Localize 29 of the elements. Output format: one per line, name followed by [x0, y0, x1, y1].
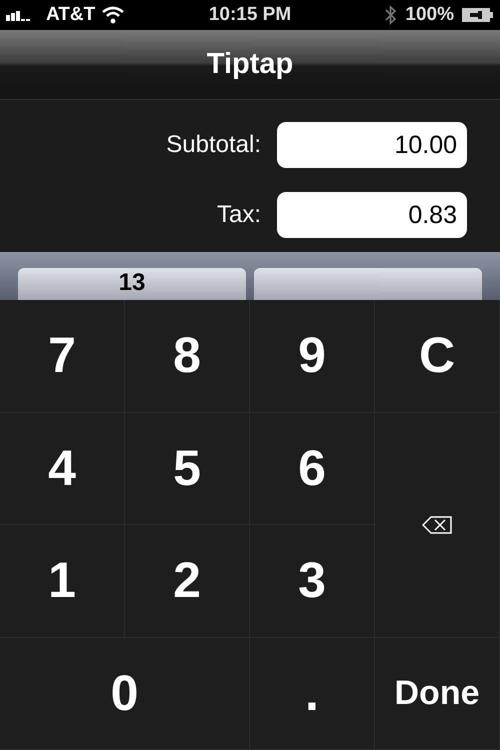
keypad-key[interactable]: 9 [250, 300, 375, 412]
keypad-key[interactable]: 8 [125, 300, 250, 412]
field-label: Subtotal: [166, 130, 261, 160]
clock-time: 10:15 PM [208, 2, 292, 27]
picker-wheel[interactable] [254, 268, 482, 300]
keypad-key[interactable]: 1 [0, 525, 125, 638]
battery-percent: 100% [405, 2, 454, 27]
backspace-icon [422, 516, 452, 534]
keypad-key[interactable]: 3 [250, 525, 375, 638]
keypad-key[interactable]: . [250, 638, 375, 750]
keypad-key[interactable]: 5 [125, 412, 250, 525]
keypad-key[interactable]: 4 [0, 412, 125, 525]
amount-field[interactable]: 10.00 [277, 122, 467, 168]
keypad-key[interactable]: 0 [0, 638, 250, 750]
field-label: Tax: [216, 200, 261, 230]
keypad-key[interactable]: 2 [125, 525, 250, 638]
backspace-key[interactable] [375, 412, 500, 638]
bluetooth-icon [385, 5, 398, 25]
carrier-name: AT&T [46, 2, 96, 27]
keypad-key[interactable]: 7 [0, 300, 125, 412]
keypad-key[interactable]: 6 [250, 412, 375, 525]
keypad-key[interactable]: Done [375, 638, 500, 750]
picker-wheel[interactable]: 13 [18, 268, 246, 300]
wifi-icon [101, 6, 126, 24]
picker-value: 13 [118, 268, 146, 298]
amount-field[interactable]: 0.83 [277, 192, 467, 238]
keypad-key[interactable]: C [375, 300, 500, 412]
app-title: Tiptap [206, 46, 294, 82]
battery-charging-icon [462, 8, 494, 22]
